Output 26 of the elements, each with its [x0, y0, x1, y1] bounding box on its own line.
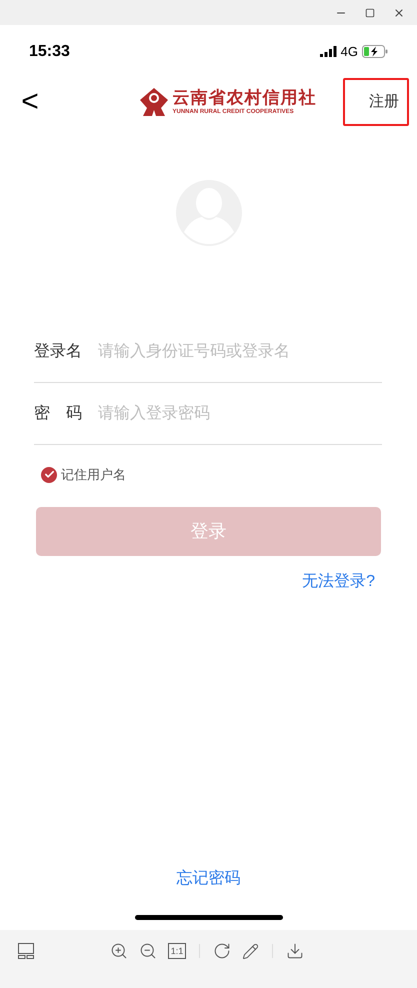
network-label: 4G — [340, 42, 358, 61]
logo-title: 云南省农村信用社 — [172, 88, 316, 108]
text-field[interactable]: 请输入身份证号码或登录名 — [98, 340, 382, 364]
download-icon[interactable] — [286, 942, 304, 960]
register-link[interactable]: 注册 — [369, 90, 399, 114]
remember-checkbox[interactable] — [41, 466, 57, 483]
zoom-out-icon[interactable] — [139, 942, 157, 960]
rotate-icon[interactable] — [213, 942, 231, 960]
battery-charging-icon — [362, 45, 388, 58]
status-time: 15:33 — [29, 42, 70, 62]
pencil-icon[interactable] — [242, 942, 259, 960]
field-label: 登录名 — [34, 342, 83, 362]
back-button[interactable]: < — [18, 87, 42, 117]
forgot-password-link[interactable]: 忘记密码 — [176, 867, 240, 891]
maximize-icon[interactable] — [365, 8, 375, 18]
signal-icon — [320, 46, 337, 57]
zoom-in-icon[interactable] — [110, 942, 128, 960]
thumbnail-layout-icon[interactable] — [18, 943, 34, 959]
cannot-login-link[interactable]: 无法登录? — [302, 570, 375, 594]
remember-label: 记住用户名 — [61, 466, 126, 484]
close-icon[interactable] — [393, 6, 405, 18]
logo-emblem-icon — [138, 88, 168, 116]
check-icon — [44, 469, 54, 480]
field-label: 密 码 — [34, 404, 83, 424]
actual-size-button[interactable]: 1:1 — [168, 943, 186, 959]
text-field[interactable]: 请输入登录密码 — [98, 402, 382, 426]
